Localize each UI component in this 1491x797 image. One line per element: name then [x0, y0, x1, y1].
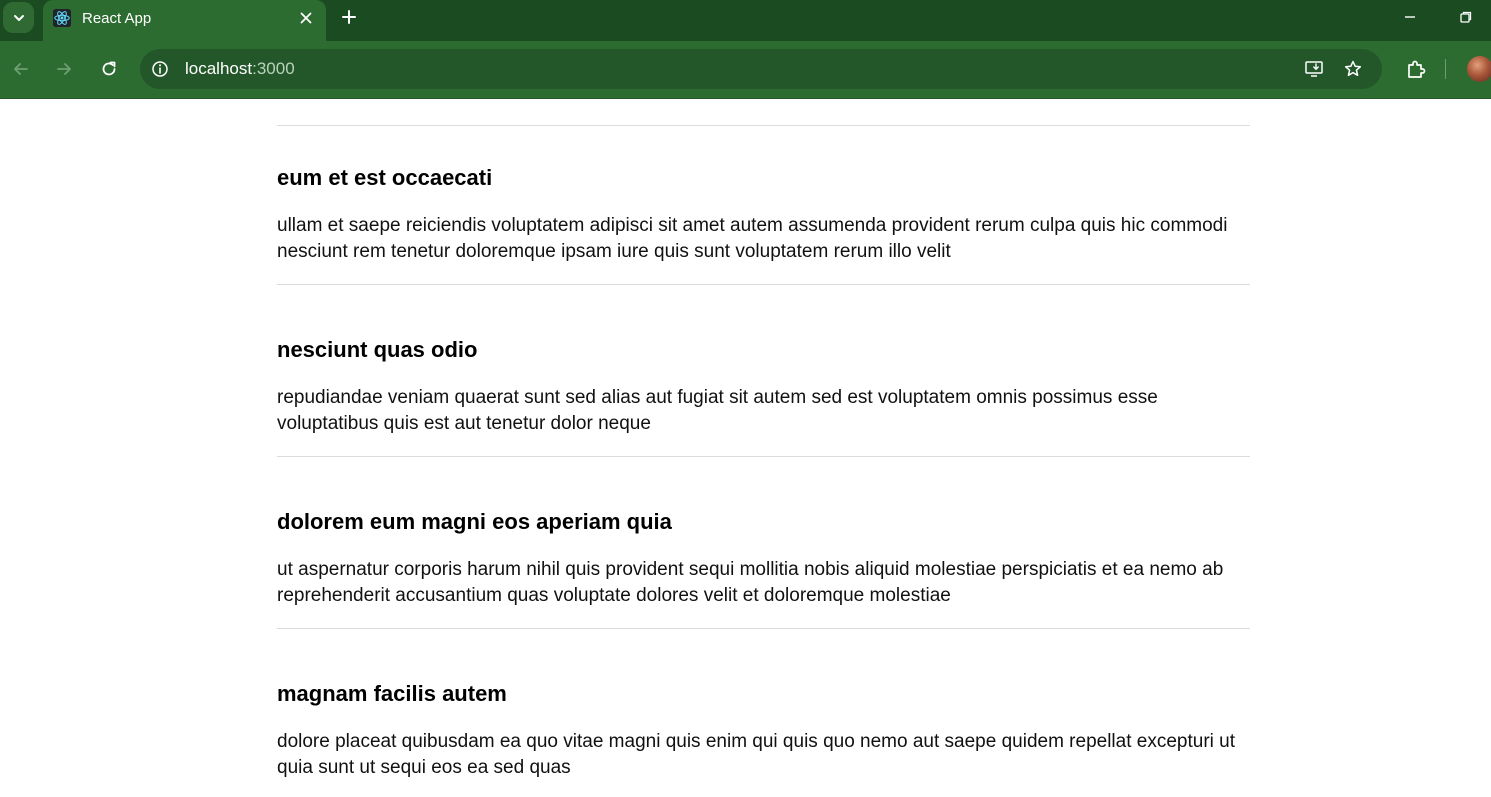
url-host: localhost	[185, 59, 253, 78]
info-icon	[152, 61, 168, 77]
restore-window-button[interactable]	[1455, 6, 1477, 28]
reload-icon	[102, 61, 116, 76]
post-divider	[277, 125, 1250, 126]
post-body: dolore placeat quibusdam ea quo vitae ma…	[277, 731, 1235, 778]
post-divider	[277, 284, 1250, 285]
tab-title: React App	[82, 10, 152, 27]
back-button[interactable]	[9, 57, 33, 81]
url-port: :3000	[252, 59, 295, 78]
puzzle-icon	[1408, 60, 1426, 78]
react-logo-icon	[53, 9, 71, 27]
post-divider	[277, 628, 1250, 629]
post-divider	[277, 456, 1250, 457]
tab-react-app[interactable]: React App	[43, 0, 326, 41]
tab-search-button[interactable]	[3, 2, 34, 33]
forward-button[interactable]	[52, 57, 76, 81]
arrow-right-icon	[57, 63, 71, 75]
star-icon	[1344, 60, 1362, 77]
address-bar[interactable]: localhost:3000	[140, 49, 1382, 89]
url-text[interactable]: localhost:3000	[185, 59, 295, 79]
restore-icon	[1460, 11, 1472, 23]
post-body: ut aspernatur corporis harum nihil quis …	[277, 559, 1224, 606]
new-tab-button[interactable]	[338, 6, 360, 28]
close-tab-button[interactable]	[296, 8, 316, 28]
post-title: dolorem eum magni eos aperiam quia	[277, 509, 672, 534]
browser-toolbar: localhost:3000	[0, 41, 1491, 99]
post-body: ullam et saepe reiciendis voluptatem adi…	[277, 215, 1228, 262]
bookmark-button[interactable]	[1342, 58, 1364, 80]
minimize-window-button[interactable]	[1399, 6, 1421, 28]
tab-strip: React App	[0, 0, 1491, 41]
reload-button[interactable]	[97, 57, 121, 81]
install-app-icon	[1305, 61, 1323, 77]
post-body: repudiandae veniam quaerat sunt sed alia…	[277, 387, 1158, 434]
profile-avatar[interactable]	[1467, 56, 1491, 82]
post-title: magnam facilis autem	[277, 681, 507, 706]
close-icon	[300, 12, 312, 24]
toolbar-separator	[1445, 59, 1446, 79]
extensions-button[interactable]	[1404, 57, 1428, 81]
post-title: nesciunt quas odio	[277, 337, 478, 362]
chevron-down-icon	[13, 14, 24, 21]
arrow-left-icon	[14, 63, 28, 75]
install-app-button[interactable]	[1303, 58, 1325, 80]
minimize-icon	[1405, 16, 1415, 18]
site-info-button[interactable]	[148, 57, 172, 81]
post-title: eum et est occaecati	[277, 165, 493, 190]
plus-icon	[342, 10, 356, 24]
